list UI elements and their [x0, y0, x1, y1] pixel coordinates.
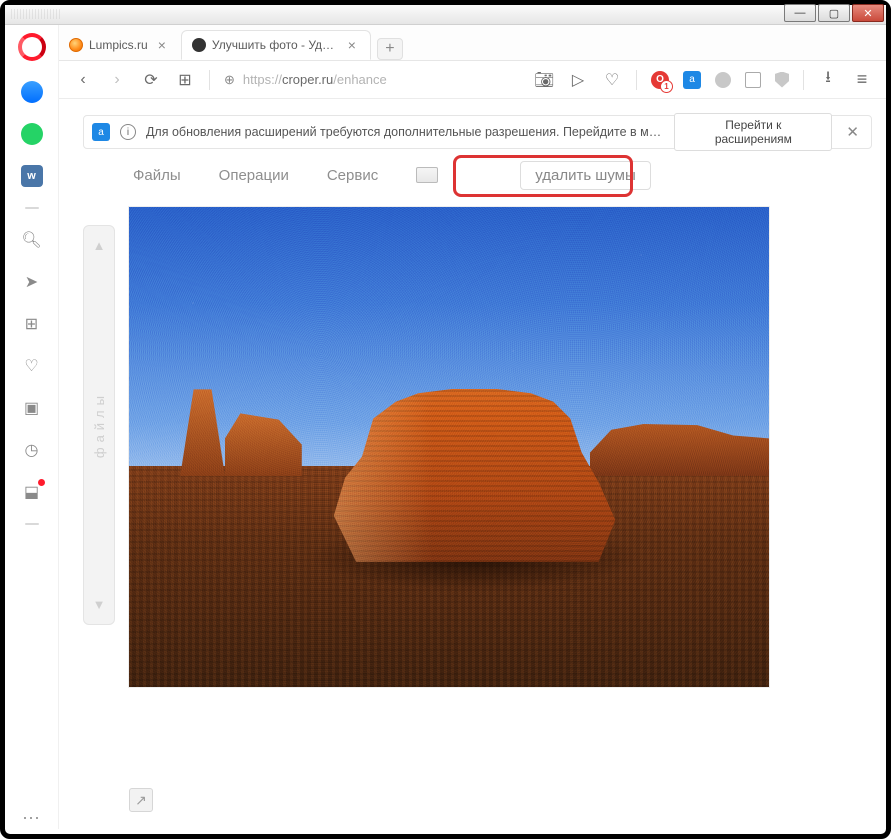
tab-close-icon[interactable]: × [154, 37, 170, 53]
go-to-extensions-button[interactable]: Перейти к расширениям [674, 113, 832, 151]
translate-extension-icon: a [92, 123, 110, 141]
share-icon[interactable]: ▷ [568, 70, 588, 90]
downloads-icon[interactable]: ⭳ [818, 66, 838, 93]
snapshot-icon[interactable]: 📷︎ [534, 70, 554, 90]
menu-files[interactable]: Файлы [133, 167, 181, 184]
working-image[interactable] [129, 207, 769, 687]
window-minimize-button[interactable]: — [784, 4, 816, 22]
heart-icon[interactable]: ♡ [21, 355, 43, 377]
window-titlebar: — ▢ ✕ [5, 5, 886, 25]
speed-dial-button[interactable]: ⊞ [175, 70, 195, 90]
back-button[interactable]: ‹ [73, 71, 93, 89]
toolbar-right: 📷︎ ▷ ♡ O a ⭳ ≡ [534, 66, 872, 93]
menu-operations[interactable]: Операции [219, 167, 289, 184]
sidebar-separator [25, 207, 39, 209]
window-close-button[interactable]: ✕ [852, 4, 884, 22]
tab-close-icon[interactable]: × [344, 37, 360, 53]
tab-label: Улучшить фото - Удалени [212, 38, 338, 52]
tab-strip: Lumpics.ru × Улучшить фото - Удалени × + [59, 25, 886, 61]
language-icon[interactable] [416, 167, 438, 183]
tab-label: Lumpics.ru [89, 38, 148, 52]
tab-croper[interactable]: Улучшить фото - Удалени × [181, 30, 371, 60]
url-path: /enhance [333, 72, 387, 87]
app-viewport: Файлы Операции Сервис удалить шумы ▲ фай… [83, 155, 872, 820]
image-canvas-area [129, 207, 862, 780]
vk-icon[interactable]: w [21, 165, 43, 187]
url-host: croper.ru [282, 72, 333, 87]
send-icon[interactable]: ➤ [21, 271, 43, 293]
site-info-icon[interactable]: ⊕ [224, 72, 235, 88]
tab-lumpics[interactable]: Lumpics.ru × [59, 30, 181, 60]
window-maximize-button[interactable]: ▢ [818, 4, 850, 22]
extension-update-infobar: a i Для обновления расширений требуются … [83, 115, 872, 149]
history-icon[interactable]: ◷ [21, 439, 43, 461]
opera-sidebar: w 🔍︎ ➤ ⊞ ♡ ▣ ◷ ⬓ ⋯ [5, 25, 59, 829]
sidebar-more-icon[interactable]: ⋯ [22, 808, 41, 829]
adblock-shield-icon[interactable] [775, 72, 789, 88]
search-icon[interactable]: 🔍︎ [21, 229, 43, 251]
apps-icon[interactable]: ⊞ [21, 313, 43, 335]
bookmark-heart-icon[interactable]: ♡ [602, 70, 622, 90]
favicon-icon [69, 38, 83, 52]
info-icon: i [120, 124, 136, 140]
toolbar-separator [803, 70, 804, 90]
forward-button[interactable]: › [107, 71, 127, 89]
toolbar-separator [209, 70, 210, 90]
profile-icon[interactable] [715, 72, 731, 88]
infobar-text: Для обновления расширений требуются допо… [146, 125, 664, 139]
new-tab-button[interactable]: + [377, 38, 403, 60]
whatsapp-icon[interactable] [21, 123, 43, 145]
infobar-close-icon[interactable]: ✕ [842, 123, 863, 141]
url-scheme: https:// [243, 72, 282, 87]
translate-extension-icon[interactable]: a [683, 71, 701, 89]
opera-account-icon[interactable]: O [651, 71, 669, 89]
toolbar-separator [636, 70, 637, 90]
chevron-down-icon[interactable]: ▼ [93, 597, 106, 612]
nav-toolbar: ‹ › ⟳ ⊞ ⊕ https://croper.ru/enhance 📷︎ ▷… [59, 61, 886, 99]
side-panel-label: файлы [92, 391, 107, 458]
address-bar[interactable]: ⊕ https://croper.ru/enhance [224, 72, 520, 88]
app-menu-bar: Файлы Операции Сервис удалить шумы [83, 155, 872, 195]
image-noise-overlay [129, 207, 769, 687]
menu-service[interactable]: Сервис [327, 167, 378, 184]
easy-setup-icon[interactable]: ≡ [852, 69, 872, 90]
wallet-icon[interactable] [745, 72, 761, 88]
popout-icon[interactable]: ↗ [129, 788, 153, 812]
sidebar-separator [25, 523, 39, 525]
remove-noise-button[interactable]: удалить шумы [520, 161, 651, 190]
reload-button[interactable]: ⟳ [141, 70, 161, 90]
chevron-up-icon[interactable]: ▲ [93, 238, 106, 253]
extensions-cube-icon[interactable]: ⬓ [21, 481, 43, 503]
news-icon[interactable]: ▣ [21, 397, 43, 419]
favicon-icon [192, 38, 206, 52]
files-side-panel[interactable]: ▲ файлы ▼ [83, 225, 115, 625]
titlebar-grip [11, 9, 61, 19]
browser-chrome: Lumpics.ru × Улучшить фото - Удалени × +… [5, 25, 886, 115]
